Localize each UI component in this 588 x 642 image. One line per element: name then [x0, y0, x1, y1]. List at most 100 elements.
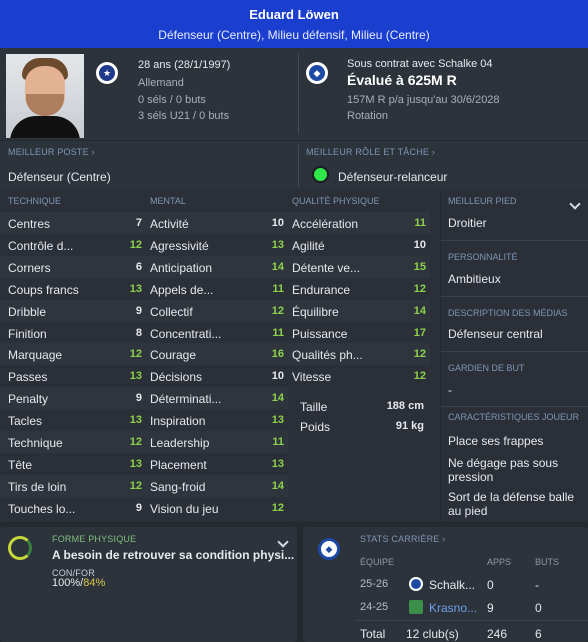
role-suitability-icon	[312, 166, 329, 183]
attribute-row[interactable]: Agilité 10	[284, 234, 430, 256]
attribute-row[interactable]: Inspiration 13	[142, 409, 288, 431]
weight-value: 91 kg	[395, 420, 424, 432]
attribute-row[interactable]: Placement 13	[142, 453, 288, 475]
height-label: Taille	[300, 400, 328, 414]
u21-caps: 3 séls U21 / 0 buts	[138, 110, 230, 122]
attribute-value: 12	[271, 501, 284, 514]
best-foot-value: Droitier	[448, 216, 487, 230]
attribute-name: Technique	[8, 436, 63, 450]
goalkeeper-value: -	[448, 383, 452, 397]
attribute-row[interactable]: Concentrati... 11	[142, 322, 288, 344]
team-cell[interactable]: Schalk...	[429, 578, 475, 592]
career-stats-label[interactable]: STATS CARRIÈRE ›	[360, 534, 445, 544]
player-nationality[interactable]: Allemand	[138, 77, 184, 89]
attribute-row[interactable]: Dribble 9	[0, 299, 146, 322]
international-caps: 0 séls / 0 buts	[138, 94, 206, 106]
attribute-row[interactable]: Accélération 11	[284, 212, 430, 234]
attribute-row[interactable]: Vision du jeu 12	[142, 497, 288, 519]
attribute-value: 13	[271, 238, 284, 251]
attribute-value: 14	[271, 392, 284, 405]
best-role-label[interactable]: MEILLEUR RÔLE ET TÂCHE ›	[306, 147, 435, 157]
fitness-status: A besoin de retrouver sa condition physi…	[52, 548, 295, 562]
attribute-row[interactable]: Touches lo... 9	[0, 497, 146, 519]
attribute-row[interactable]: Passes 13	[0, 365, 146, 387]
goals-cell: -	[535, 578, 539, 592]
attribute-value: 14	[413, 304, 426, 317]
info-separator	[441, 351, 588, 352]
attribute-name: Collectif	[150, 304, 193, 319]
attribute-row[interactable]: Détente ve... 15	[284, 255, 430, 278]
attribute-row[interactable]: Activité 10	[142, 212, 288, 234]
attribute-value: 13	[129, 282, 142, 295]
attribute-value: 12	[129, 436, 142, 448]
attribute-row[interactable]: Anticipation 14	[142, 255, 288, 278]
personality-value: Ambitieux	[448, 272, 501, 286]
fitness-panel[interactable]	[0, 527, 297, 642]
player-value: Évalué à 625M R	[347, 72, 457, 88]
attribute-row[interactable]: Finition 8	[0, 322, 146, 344]
attribute-name: Dribble	[8, 304, 47, 319]
attribute-value: 12	[129, 479, 142, 492]
team-cell[interactable]: Krasno...	[429, 601, 477, 615]
profile-divider	[298, 54, 299, 134]
trait-item: Ne dégage pas sous pression	[448, 456, 559, 484]
attribute-row[interactable]: Courage 16	[142, 343, 288, 366]
attribute-name: Accélération	[292, 217, 359, 231]
info-separator	[441, 296, 588, 297]
attribute-name: Marquage	[8, 348, 63, 363]
attribute-value: 13	[129, 457, 142, 470]
traits-label: CARACTÉRISTIQUES JOUEUR	[448, 412, 580, 422]
attribute-row[interactable]: Qualités ph... 12	[284, 343, 430, 366]
physical-header: QUALITÉ PHYSIQUE	[292, 196, 380, 206]
attribute-row[interactable]: Tacles 13	[0, 409, 146, 431]
attribute-row[interactable]: Décisions 10	[142, 365, 288, 387]
attribute-name: Endurance	[292, 282, 351, 297]
attribute-row[interactable]: Centres 7	[0, 212, 146, 234]
squad-status: Rotation	[347, 110, 388, 122]
attribute-row[interactable]: Vitesse 12	[284, 365, 430, 387]
total-apps: 246	[487, 627, 508, 641]
attribute-name: Penalty	[8, 392, 49, 407]
goals-cell: 0	[535, 601, 542, 615]
personality-label: PERSONNALITÉ	[448, 252, 518, 262]
attribute-row[interactable]: Tirs de loin 12	[0, 474, 146, 497]
attribute-row[interactable]: Leadership 11	[142, 431, 288, 453]
best-foot-label: MEILLEUR PIED	[448, 196, 517, 206]
media-label: DESCRIPTION DES MÉDIAS	[448, 308, 568, 318]
attribute-row[interactable]: Sang-froid 14	[142, 474, 288, 497]
contract-status[interactable]: Sous contrat avec Schalke 04	[347, 58, 493, 70]
attribute-name: Équilibre	[292, 304, 339, 319]
attribute-value: 13	[271, 414, 284, 427]
attribute-row[interactable]: Endurance 12	[284, 278, 430, 300]
attribute-row[interactable]: Technique 12	[0, 431, 146, 453]
attribute-row[interactable]: Agressivité 13	[142, 234, 288, 256]
attribute-name: Tirs de loin	[8, 479, 67, 494]
attribute-row[interactable]: Marquage 12	[0, 343, 146, 366]
attribute-row[interactable]: Équilibre 14	[284, 299, 430, 322]
attribute-row[interactable]: Déterminati... 14	[142, 387, 288, 410]
attribute-name: Agressivité	[150, 238, 209, 253]
attribute-value: 11	[272, 326, 284, 339]
best-position-label[interactable]: MEILLEUR POSTE ›	[8, 147, 95, 157]
attribute-row[interactable]: Appels de... 11	[142, 278, 288, 300]
fitness-label: FORME PHYSIQUE	[52, 534, 137, 544]
attribute-row[interactable]: Penalty 9	[0, 387, 146, 410]
attribute-row[interactable]: Corners 6	[0, 255, 146, 278]
attribute-value: 13	[129, 370, 142, 383]
club-crest-icon[interactable]: ◆	[306, 62, 328, 84]
trait-item: Sort de la défense balle au pied	[448, 490, 575, 518]
attribute-row[interactable]: Collectif 12	[142, 299, 288, 322]
attribute-value: 12	[413, 282, 426, 295]
attribute-value: 11	[272, 282, 284, 295]
attribute-name: Sang-froid	[150, 479, 206, 494]
attribute-row[interactable]: Contrôle d... 12	[0, 234, 146, 256]
attribute-row[interactable]: Tête 13	[0, 453, 146, 475]
height-weight-box: Taille 188 cm Poids 91 kg	[292, 394, 430, 440]
attribute-name: Concentrati...	[150, 326, 222, 341]
attribute-row[interactable]: Coups francs 13	[0, 278, 146, 300]
fitness-ring-icon	[8, 536, 32, 560]
attribute-name: Puissance	[292, 326, 348, 341]
total-divider	[355, 620, 588, 621]
attribute-row[interactable]: Puissance 17	[284, 322, 430, 344]
attribute-name: Agilité	[292, 238, 325, 253]
